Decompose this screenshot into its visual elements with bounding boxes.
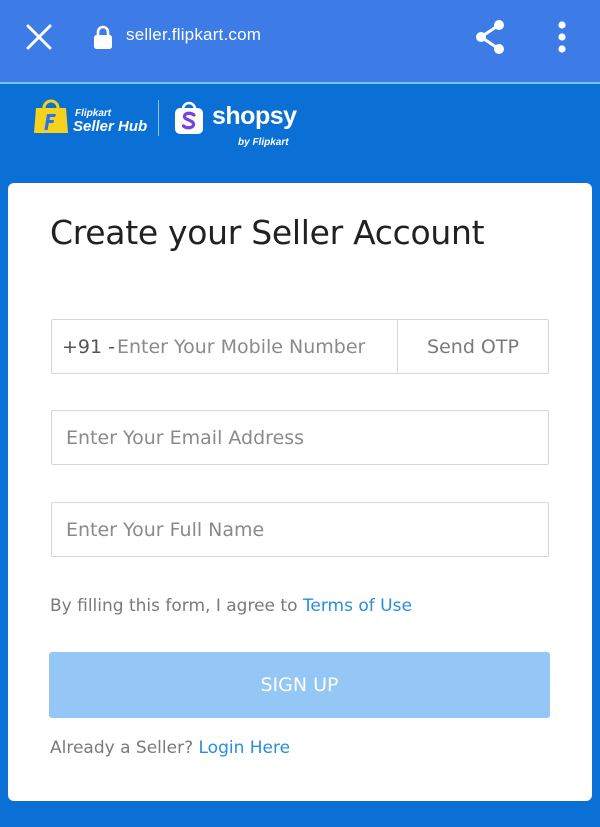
terms-of-use-link[interactable]: Terms of Use — [303, 596, 412, 616]
close-icon — [26, 24, 52, 50]
mobile-field: +91 - Send OTP — [51, 319, 549, 374]
shopsy-byline: by Flipkart — [238, 137, 289, 148]
terms-notice: By filling this form, I agree to Terms o… — [50, 596, 412, 616]
login-text: Already a Seller? — [50, 738, 194, 758]
page-title: Create your Seller Account — [50, 213, 485, 252]
shopsy-wordmark: shopsy — [212, 102, 297, 130]
sign-up-button[interactable]: SIGN UP — [49, 652, 550, 718]
browser-toolbar — [0, 0, 600, 82]
browser-menu-button[interactable] — [546, 17, 578, 57]
name-field — [51, 502, 549, 557]
signup-card: Create your Seller Account +91 - Send OT… — [8, 183, 592, 801]
login-here-link[interactable]: Login Here — [199, 738, 291, 758]
lock-icon — [94, 25, 112, 49]
address-bar-url[interactable]: seller.flipkart.com — [126, 25, 261, 45]
email-field — [51, 410, 549, 465]
brand-divider — [158, 100, 159, 136]
country-code-prefix: +91 - — [62, 336, 115, 358]
mobile-number-input[interactable] — [117, 320, 397, 373]
share-icon — [476, 20, 504, 54]
seller-hub-wordmark: Seller Hub — [73, 118, 148, 135]
full-name-input[interactable] — [66, 503, 536, 556]
terms-text: By filling this form, I agree to — [50, 596, 298, 616]
flipkart-logo-icon[interactable] — [32, 99, 70, 135]
close-tab-button[interactable] — [22, 20, 56, 54]
share-button[interactable] — [470, 17, 510, 57]
send-otp-button[interactable]: Send OTP — [397, 320, 548, 373]
shopsy-logo-icon[interactable] — [174, 99, 204, 135]
more-vert-icon — [558, 21, 566, 53]
email-input[interactable] — [66, 411, 536, 464]
login-prompt: Already a Seller? Login Here — [50, 738, 290, 758]
